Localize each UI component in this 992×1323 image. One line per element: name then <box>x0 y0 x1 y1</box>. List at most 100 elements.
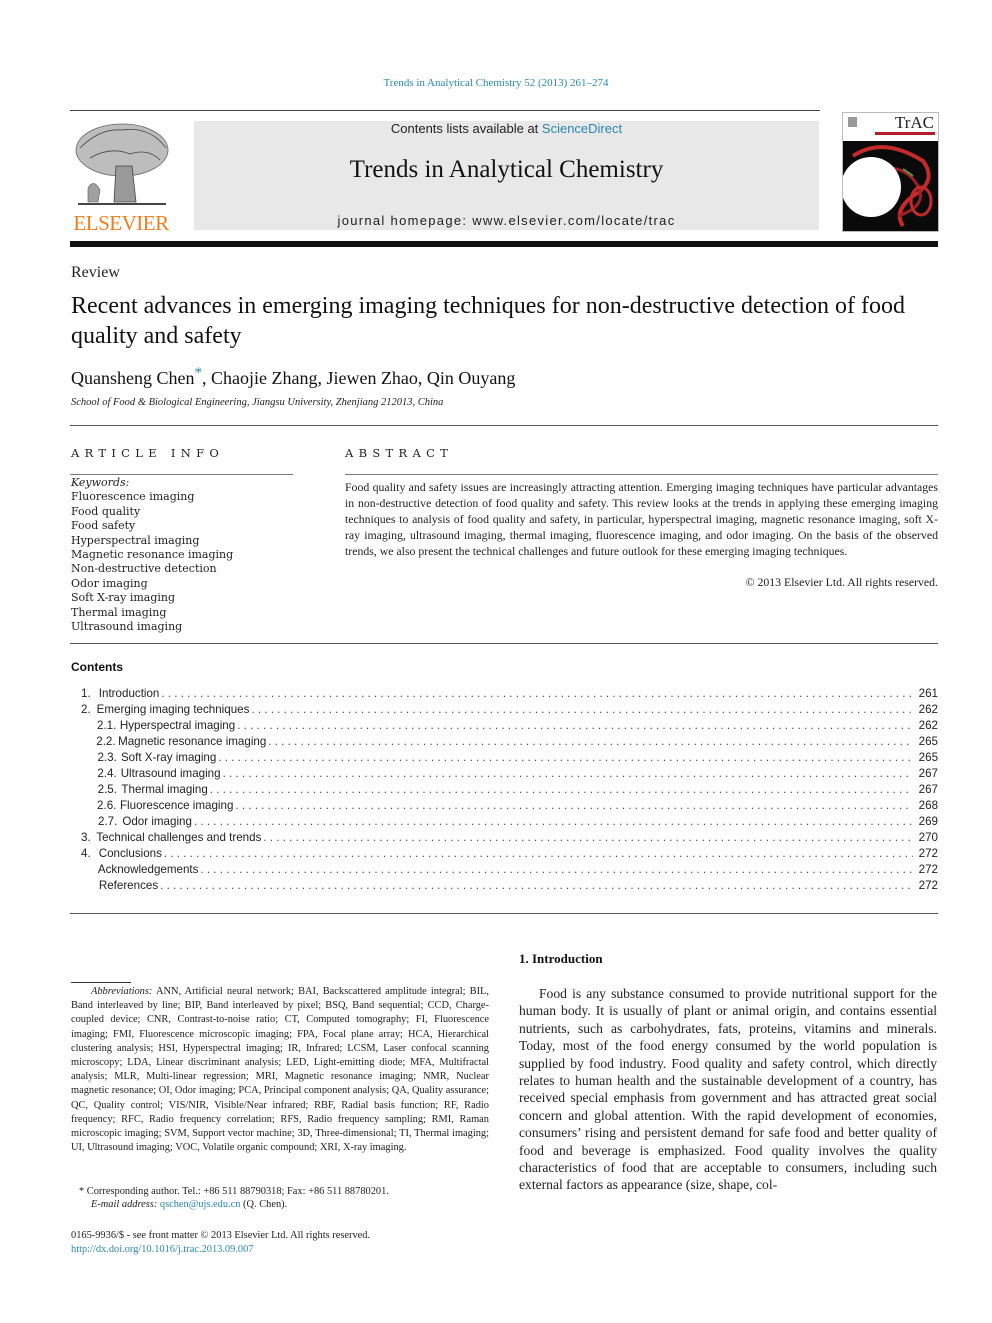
abbreviations-footnote: Abbreviations: ANN, Artificial neural ne… <box>71 985 489 1155</box>
toc-page-number: 267 <box>918 767 938 780</box>
toc-label[interactable]: Odor imaging <box>122 815 194 828</box>
abstract-rule <box>345 474 938 475</box>
toc-label[interactable]: Hyperspectral imaging <box>120 719 237 732</box>
toc-page-number: 268 <box>918 799 939 812</box>
toc-page-number: 269 <box>918 815 938 828</box>
section-rule <box>70 643 938 644</box>
email-link[interactable]: qschen@ujs.edu.cn <box>160 1199 241 1210</box>
abbreviations-text: ANN, Artificial neural network; BAI, Bac… <box>71 986 489 1154</box>
author-names-rest: , Chaojie Zhang, Jiewen Zhao, Qin Ouyang <box>201 368 516 388</box>
toc-entry[interactable]: References 272 <box>71 879 938 895</box>
cover-artwork <box>843 141 938 231</box>
toc-label[interactable]: Magnetic resonance imaging <box>118 735 268 748</box>
toc-subsection-number: 2.4. <box>97 767 117 780</box>
toc-leader-dots <box>164 847 913 860</box>
toc-leader-dots <box>223 767 913 780</box>
toc-label[interactable]: Acknowledgements <box>98 863 201 876</box>
elsevier-wordmark: ELSEVIER <box>73 211 169 235</box>
toc-page-number: 272 <box>918 863 938 876</box>
article-type: Review <box>71 264 120 281</box>
toc-page-number: 272 <box>918 847 938 860</box>
keyword: Magnetic resonance imaging <box>71 548 234 562</box>
toc-subsection-number: 2.3. <box>97 751 117 764</box>
toc-entry[interactable]: 2.7. Odor imaging 269 <box>71 815 938 831</box>
toc-page-number: 272 <box>918 879 938 892</box>
toc-label[interactable]: Technical challenges and trends <box>96 831 263 844</box>
toc-entry[interactable]: 2.2.Magnetic resonance imaging 265 <box>71 735 938 751</box>
toc-subsection-number: 2.2. <box>96 735 116 748</box>
toc-subsection-number: 2.7. <box>98 815 118 828</box>
contents-prefix: Contents lists available at <box>390 121 542 136</box>
toc-leader-dots <box>218 751 912 764</box>
abbreviations-label: Abbreviations: <box>91 986 153 997</box>
email-label: E-mail address: <box>91 1199 158 1210</box>
author-list: Quansheng Chen*, Chaojie Zhang, Jiewen Z… <box>71 365 515 389</box>
toc-leader-dots <box>235 799 912 812</box>
introduction-heading: 1. Introduction <box>519 951 603 966</box>
toc-number: 3. <box>81 831 91 844</box>
keyword: Odor imaging <box>71 576 148 590</box>
toc-entry[interactable]: 2. Emerging imaging techniques 262 <box>71 703 938 719</box>
toc-entry[interactable]: 2.4. Ultrasound imaging 267 <box>71 767 938 783</box>
section-rule <box>70 425 938 426</box>
keyword: Food quality <box>71 504 141 518</box>
toc-label[interactable]: Thermal imaging <box>121 783 209 796</box>
toc-number: 2. <box>81 703 91 716</box>
toc-page-number: 265 <box>918 751 939 764</box>
toc-leader-dots <box>194 815 913 828</box>
toc-entry[interactable]: 3. Technical challenges and trends 270 <box>71 831 938 847</box>
toc-label[interactable]: Introduction <box>99 687 162 700</box>
toc-entry[interactable]: 2.6.Fluorescence imaging 268 <box>71 799 938 815</box>
toc-label[interactable]: Ultrasound imaging <box>121 767 223 780</box>
toc-entry[interactable]: Acknowledgements 272 <box>71 863 938 879</box>
abstract-text: Food quality and safety issues are incre… <box>345 480 938 558</box>
keywords-label: Keywords: <box>71 476 130 489</box>
article-info-rule <box>70 474 293 475</box>
toc-leader-dots <box>210 783 913 796</box>
introduction-text: Food is any substance consumed to provid… <box>519 986 937 1193</box>
corresponding-author-note: * Corresponding author. Tel.: +86 511 88… <box>79 1186 389 1197</box>
journal-citation-link[interactable]: Trends in Analytical Chemistry 52 (2013)… <box>0 77 992 89</box>
header-rule <box>70 110 820 111</box>
toc-entry[interactable]: 4. Conclusions 272 <box>71 847 938 863</box>
toc-leader-dots <box>263 831 912 844</box>
toc-subsection-number: 2.6. <box>97 799 117 812</box>
journal-cover-image[interactable]: TrAC <box>842 112 939 232</box>
toc-subsection-number: 2.1. <box>97 719 117 732</box>
abstract-copyright: © 2013 Elsevier Ltd. All rights reserved… <box>745 575 938 589</box>
toc-leader-dots <box>161 687 912 700</box>
toc-subsection-number: 2.5. <box>97 783 117 796</box>
contents-heading: Contents <box>71 660 123 674</box>
keyword: Fluorescence imaging <box>71 490 195 504</box>
toc-number: 4. <box>81 847 91 860</box>
toc-entry[interactable]: 2.1.Hyperspectral imaging 262 <box>71 719 938 735</box>
elsevier-logo[interactable]: ELSEVIER <box>70 118 172 236</box>
toc-page-number: 261 <box>918 687 938 700</box>
toc-label[interactable]: Fluorescence imaging <box>120 799 235 812</box>
toc-page-number: 262 <box>918 703 938 716</box>
sciencedirect-link[interactable]: ScienceDirect <box>542 121 622 136</box>
toc-number: 1. <box>81 687 91 700</box>
toc-entry[interactable]: 2.3. Soft X-ray imaging 265 <box>71 751 938 767</box>
toc-page-number: 262 <box>918 719 938 732</box>
toc-page-number: 270 <box>918 831 938 844</box>
toc-label[interactable]: References <box>99 879 160 892</box>
author-name[interactable]: Quansheng Chen <box>71 368 194 388</box>
toc-entry[interactable]: 1. Introduction 261 <box>71 687 938 703</box>
toc-leader-dots <box>200 863 912 876</box>
toc-leader-dots <box>251 703 912 716</box>
affiliation: School of Food & Biological Engineering,… <box>71 397 444 408</box>
abstract-heading: ABSTRACT <box>345 446 454 460</box>
toc-label[interactable]: Conclusions <box>99 847 164 860</box>
toc-leader-dots <box>237 719 912 732</box>
cover-thumbnail <box>848 117 857 127</box>
journal-homepage-link[interactable]: journal homepage: www.elsevier.com/locat… <box>194 213 819 228</box>
keyword: Non-destructive detection <box>71 562 217 576</box>
corresponding-author-marker[interactable]: * <box>194 365 202 381</box>
toc-label[interactable]: Soft X-ray imaging <box>121 751 218 764</box>
doi-link[interactable]: http://dx.doi.org/10.1016/j.trac.2013.09… <box>71 1244 254 1255</box>
article-title: Recent advances in emerging imaging tech… <box>71 293 905 349</box>
toc-entry[interactable]: 2.5. Thermal imaging 267 <box>71 783 938 799</box>
toc-label[interactable]: Emerging imaging techniques <box>97 703 252 716</box>
toc-leader-dots <box>160 879 913 892</box>
